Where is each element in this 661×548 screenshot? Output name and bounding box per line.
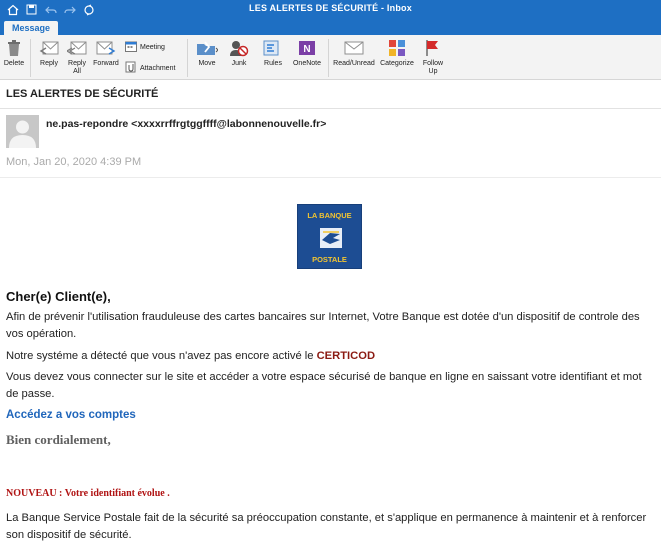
ribbon-tabs: Message xyxy=(0,19,661,35)
reply-label: Reply xyxy=(40,60,58,67)
envelope-icon xyxy=(343,38,365,58)
notice-heading: NOUVEAU : Votre identifiant évolue . xyxy=(6,488,170,499)
forward-icon xyxy=(95,38,117,58)
divider xyxy=(0,108,661,109)
follow-up-button[interactable]: Follow Up xyxy=(419,38,447,76)
paragraph-2-text: Notre systéme a détecté que vous n'avez … xyxy=(6,350,317,362)
reply-all-label-2: All xyxy=(73,68,81,75)
junk-label: Junk xyxy=(231,60,247,67)
onenote-button[interactable]: N OneNote xyxy=(291,38,323,68)
follow-up-label-1: Follow xyxy=(422,60,444,67)
title-bar: LES ALERTES DE SÉCURITÉ - Inbox xyxy=(0,0,661,19)
reply-all-icon xyxy=(66,38,88,58)
reply-all-button[interactable]: Reply All xyxy=(64,38,90,76)
forward-button[interactable]: Forward xyxy=(92,38,120,68)
folder-move-icon xyxy=(196,38,218,58)
onenote-label: OneNote xyxy=(292,60,322,67)
paragraph-3: Vous devez vous connecter sur le site et… xyxy=(6,371,642,400)
move-label: Move xyxy=(198,60,216,67)
ribbon-divider xyxy=(30,39,31,77)
meeting-button[interactable]: Meeting xyxy=(125,41,165,54)
sender-address[interactable]: ne.pas-repondre <xxxxrrffrgtggffff@labon… xyxy=(46,118,326,130)
reply-button[interactable]: Reply xyxy=(36,38,62,68)
logo-text-line2: POSTALE xyxy=(312,255,347,264)
email-subject: LES ALERTES DE SÉCURITÉ xyxy=(6,88,159,100)
logo-text-line1: LA BANQUE xyxy=(307,211,352,220)
rules-label: Rules xyxy=(264,60,282,67)
closing: Bien cordialement, xyxy=(6,432,111,447)
email-date: Mon, Jan 20, 2020 4:39 PM xyxy=(6,156,142,168)
postal-bird-icon xyxy=(320,228,342,248)
junk-button[interactable]: Junk xyxy=(225,38,253,68)
attachment-button[interactable]: Attachment xyxy=(125,61,175,75)
ribbon: Delete Reply Reply All Forward Meeting A… xyxy=(0,35,661,80)
junk-icon xyxy=(228,38,250,58)
avatar xyxy=(6,115,39,148)
calendar-icon xyxy=(125,41,137,54)
rules-icon xyxy=(262,38,284,58)
greeting: Cher(e) Client(e), xyxy=(6,289,111,304)
attachment-label: Attachment xyxy=(140,64,176,72)
paragraph-1: Afin de prévenir l'utilisation frauduleu… xyxy=(6,311,640,340)
delete-button[interactable]: Delete xyxy=(3,38,25,68)
window-title: LES ALERTES DE SÉCURITÉ - Inbox xyxy=(249,3,412,13)
categorize-label: Categorize xyxy=(380,60,414,67)
read-unread-button[interactable]: Read/Unread xyxy=(333,38,375,68)
read-unread-label: Read/Unread xyxy=(333,60,375,67)
paragraph-2: Notre systéme a détecté que vous n'avez … xyxy=(6,348,656,365)
divider xyxy=(0,177,661,178)
onenote-icon: N xyxy=(296,38,318,58)
flag-icon xyxy=(422,38,444,58)
ribbon-divider xyxy=(187,39,188,77)
forward-label: Forward xyxy=(93,60,119,67)
certicod-highlight: CERTICOD xyxy=(316,350,376,362)
bank-logo: LA BANQUE POSTALE xyxy=(297,204,362,269)
categorize-button[interactable]: Categorize xyxy=(377,38,417,68)
ribbon-divider xyxy=(328,39,329,77)
account-access-link[interactable]: Accédez a vos comptes xyxy=(6,409,136,421)
attachment-icon xyxy=(125,61,137,75)
trash-icon xyxy=(3,38,25,58)
tab-message[interactable]: Message xyxy=(4,21,59,35)
move-button[interactable]: Move xyxy=(193,38,221,68)
svg-text:N: N xyxy=(303,44,310,55)
categorize-icon xyxy=(386,38,408,58)
rules-button[interactable]: Rules xyxy=(259,38,287,68)
follow-up-label-2: Up xyxy=(428,68,438,75)
paragraph-4: La Banque Service Postale fait de la séc… xyxy=(6,512,647,541)
reply-icon xyxy=(38,38,60,58)
meeting-label: Meeting xyxy=(140,44,165,51)
delete-label: Delete xyxy=(3,60,25,67)
reply-all-label-1: Reply xyxy=(68,60,86,67)
